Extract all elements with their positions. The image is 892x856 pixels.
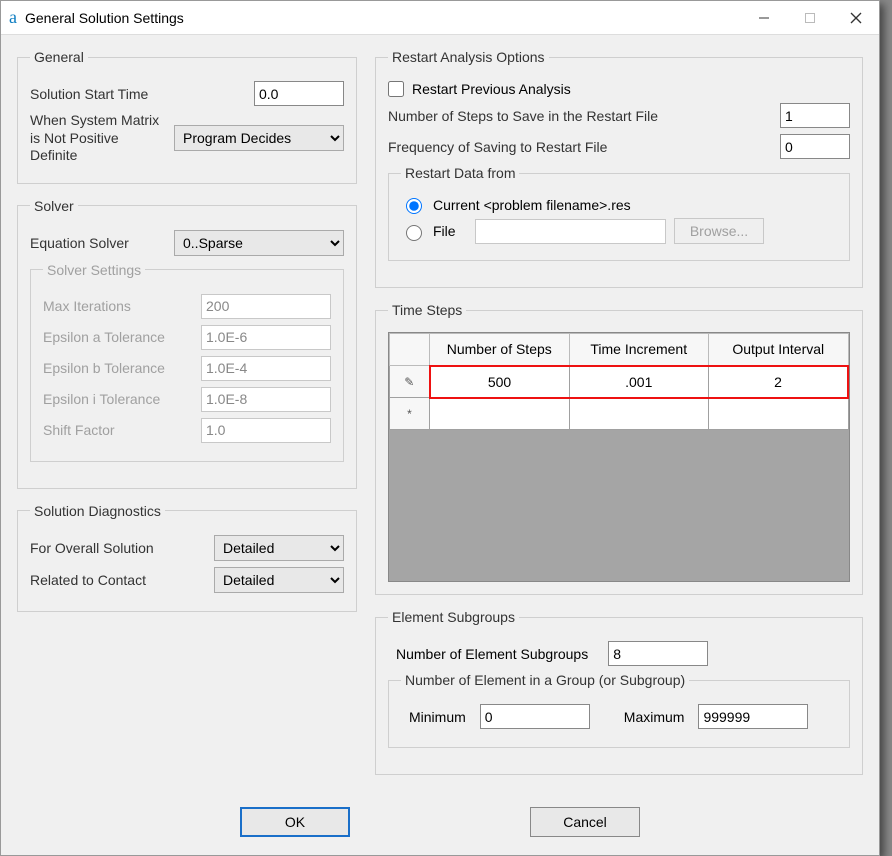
- solver-settings-group: Solver Settings Max Iterations Epsilon a…: [30, 262, 344, 462]
- restart-freq-label: Frequency of Saving to Restart File: [388, 139, 772, 155]
- start-time-input[interactable]: [254, 81, 344, 106]
- cell-out-0[interactable]: 2: [709, 366, 849, 398]
- minimize-button[interactable]: [741, 1, 787, 35]
- window-title: General Solution Settings: [25, 10, 184, 26]
- solver-group: Solver Equation Solver 0..Sparse Solver …: [17, 198, 357, 489]
- restart-prev-label: Restart Previous Analysis: [412, 81, 571, 97]
- col-increment[interactable]: Time Increment: [569, 334, 709, 366]
- eqn-solver-label: Equation Solver: [30, 235, 166, 251]
- diagnostics-group: Solution Diagnostics For Overall Solutio…: [17, 503, 357, 612]
- restart-steps-label: Number of Steps to Save in the Restart F…: [388, 108, 772, 124]
- contact-label: Related to Contact: [30, 572, 206, 588]
- restart-file-input: [475, 219, 666, 244]
- max-iter-input: [201, 294, 331, 319]
- restart-file-radio[interactable]: [406, 225, 422, 241]
- col-output[interactable]: Output Interval: [709, 334, 849, 366]
- eqn-solver-select[interactable]: 0..Sparse: [174, 230, 344, 256]
- cancel-button[interactable]: Cancel: [530, 807, 640, 837]
- eps-i-label: Epsilon i Tolerance: [43, 391, 193, 407]
- diagnostics-legend: Solution Diagnostics: [30, 503, 165, 519]
- eps-b-label: Epsilon b Tolerance: [43, 360, 193, 376]
- restart-current-label: Current <problem filename>.res: [433, 197, 631, 213]
- timesteps-grid[interactable]: Number of Steps Time Increment Output In…: [388, 332, 850, 582]
- min-label: Minimum: [409, 709, 466, 725]
- shift-input: [201, 418, 331, 443]
- group-range-legend: Number of Element in a Group (or Subgrou…: [401, 672, 689, 688]
- eps-b-input: [201, 356, 331, 381]
- ok-button[interactable]: OK: [240, 807, 350, 837]
- grid-row-0[interactable]: ✎ 500 .001 2: [390, 366, 849, 398]
- subgroups-group: Element Subgroups Number of Element Subg…: [375, 609, 863, 775]
- shift-label: Shift Factor: [43, 422, 193, 438]
- restart-freq-input[interactable]: [780, 134, 850, 159]
- contact-select[interactable]: Detailed: [214, 567, 344, 593]
- general-group: General Solution Start Time When System …: [17, 49, 357, 184]
- overall-label: For Overall Solution: [30, 540, 206, 556]
- cell-steps-0[interactable]: 500: [430, 366, 570, 398]
- grid-row-new[interactable]: *: [390, 398, 849, 430]
- titlebar: a General Solution Settings: [1, 1, 879, 35]
- restart-group: Restart Analysis Options Restart Previou…: [375, 49, 863, 288]
- max-iter-label: Max Iterations: [43, 298, 193, 314]
- matrix-select[interactable]: Program Decides: [174, 125, 344, 151]
- restart-legend: Restart Analysis Options: [388, 49, 549, 65]
- restart-current-radio[interactable]: [406, 198, 422, 214]
- close-button[interactable]: [833, 1, 879, 35]
- num-subgroups-label: Number of Element Subgroups: [396, 646, 588, 662]
- restart-data-legend: Restart Data from: [401, 165, 519, 181]
- cell-out-1[interactable]: [709, 398, 849, 430]
- group-range-group: Number of Element in a Group (or Subgrou…: [388, 672, 850, 748]
- browse-button: Browse...: [674, 218, 764, 244]
- close-icon: [850, 12, 862, 24]
- timesteps-legend: Time Steps: [388, 302, 466, 318]
- col-steps[interactable]: Number of Steps: [430, 334, 570, 366]
- grid-corner: [390, 334, 430, 366]
- max-label: Maximum: [624, 709, 685, 725]
- cell-dt-1[interactable]: [569, 398, 709, 430]
- cell-dt-0[interactable]: .001: [569, 366, 709, 398]
- subgroups-legend: Element Subgroups: [388, 609, 519, 625]
- restart-prev-checkbox[interactable]: [388, 81, 404, 97]
- maximize-icon: [804, 12, 816, 24]
- eps-i-input: [201, 387, 331, 412]
- solver-legend: Solver: [30, 198, 78, 214]
- max-input[interactable]: [698, 704, 808, 729]
- restart-file-label: File: [433, 223, 467, 239]
- minimize-icon: [758, 12, 770, 24]
- maximize-button: [787, 1, 833, 35]
- edit-row-icon: ✎: [390, 366, 430, 398]
- min-input[interactable]: [480, 704, 590, 729]
- overall-select[interactable]: Detailed: [214, 535, 344, 561]
- restart-data-group: Restart Data from Current <problem filen…: [388, 165, 850, 261]
- timesteps-group: Time Steps Number of Steps Time Incremen…: [375, 302, 863, 595]
- solver-settings-legend: Solver Settings: [43, 262, 145, 278]
- cell-steps-1[interactable]: [430, 398, 570, 430]
- new-row-icon: *: [390, 398, 430, 430]
- num-subgroups-input[interactable]: [608, 641, 708, 666]
- general-legend: General: [30, 49, 88, 65]
- eps-a-label: Epsilon a Tolerance: [43, 329, 193, 345]
- dialog-window: a General Solution Settings General Solu…: [0, 0, 880, 856]
- restart-steps-input[interactable]: [780, 103, 850, 128]
- eps-a-input: [201, 325, 331, 350]
- start-time-label: Solution Start Time: [30, 86, 246, 102]
- matrix-label: When System Matrix is Not Positive Defin…: [30, 112, 166, 165]
- app-icon: a: [9, 7, 17, 28]
